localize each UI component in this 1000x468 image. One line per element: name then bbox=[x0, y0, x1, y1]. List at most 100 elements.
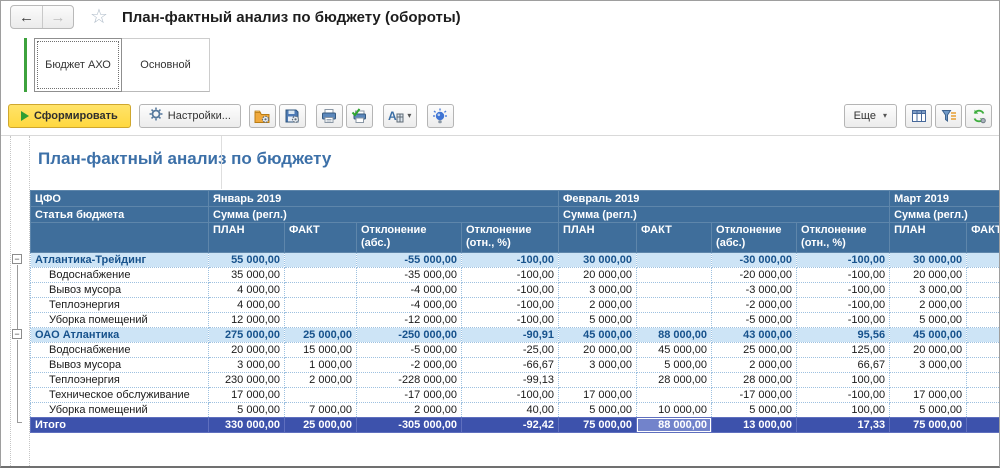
cell[interactable]: -100,00 bbox=[462, 388, 559, 403]
refresh-button[interactable] bbox=[965, 104, 992, 128]
cell[interactable]: -5 000,00 bbox=[712, 313, 797, 328]
cell[interactable]: -92,42 bbox=[462, 418, 559, 433]
cell[interactable]: 2 000,00 bbox=[357, 403, 462, 418]
cell[interactable]: -17 000,00 bbox=[712, 388, 797, 403]
row-label[interactable]: Водоснабжение bbox=[31, 268, 209, 283]
cell[interactable]: -99,13 bbox=[462, 373, 559, 388]
cell[interactable]: -17 000,00 bbox=[357, 388, 462, 403]
cell[interactable]: -3 000,00 bbox=[712, 283, 797, 298]
cell[interactable] bbox=[285, 388, 357, 403]
cell[interactable]: 25 000,00 bbox=[712, 343, 797, 358]
cell[interactable]: -20 000,00 bbox=[712, 268, 797, 283]
cell[interactable]: 75 000,00 bbox=[559, 418, 637, 433]
cell[interactable] bbox=[967, 403, 999, 418]
cell[interactable]: 28 000,00 bbox=[712, 373, 797, 388]
cell[interactable] bbox=[285, 313, 357, 328]
cell[interactable] bbox=[967, 268, 999, 283]
tab-0[interactable]: Бюджет АХО bbox=[34, 38, 122, 92]
cell[interactable]: 1 000,00 bbox=[285, 358, 357, 373]
cell[interactable]: 17 000,00 bbox=[559, 388, 637, 403]
cell[interactable] bbox=[285, 268, 357, 283]
cell[interactable]: -55 000,00 bbox=[357, 253, 462, 268]
row-label[interactable]: Теплоэнергия bbox=[31, 373, 209, 388]
print-check-button[interactable] bbox=[346, 104, 373, 128]
cell[interactable]: -305 000,00 bbox=[357, 418, 462, 433]
cell[interactable]: -100,00 bbox=[462, 298, 559, 313]
cell[interactable]: 5 000,00 bbox=[637, 358, 712, 373]
cell[interactable]: -100,00 bbox=[797, 388, 890, 403]
row-label[interactable]: Уборка помещений bbox=[31, 403, 209, 418]
cell[interactable]: 2 000,00 bbox=[285, 373, 357, 388]
cell[interactable]: 3 000,00 bbox=[559, 358, 637, 373]
favorite-star-icon[interactable]: ☆ bbox=[90, 7, 108, 27]
cell[interactable] bbox=[285, 298, 357, 313]
cell[interactable]: 5 000,00 bbox=[712, 403, 797, 418]
column-header[interactable] bbox=[31, 223, 209, 253]
cell[interactable] bbox=[559, 373, 637, 388]
cell[interactable]: -12 000,00 bbox=[357, 313, 462, 328]
cell[interactable] bbox=[967, 313, 999, 328]
cell[interactable]: 66,67 bbox=[797, 358, 890, 373]
cell[interactable]: 75 000,00 bbox=[890, 418, 967, 433]
column-header[interactable]: Статья бюджета bbox=[31, 207, 209, 223]
cell[interactable]: 95,56 bbox=[797, 328, 890, 343]
cell[interactable] bbox=[967, 358, 999, 373]
cell[interactable]: 25 000,00 bbox=[285, 418, 357, 433]
cell[interactable]: -100,00 bbox=[462, 283, 559, 298]
cell[interactable]: 5 000,00 bbox=[890, 403, 967, 418]
cell[interactable]: -5 000,00 bbox=[357, 343, 462, 358]
cell[interactable]: 5 000,00 bbox=[890, 313, 967, 328]
cell[interactable]: 35 000,00 bbox=[209, 268, 285, 283]
row-label[interactable]: Уборка помещений bbox=[31, 313, 209, 328]
cell[interactable]: -100,00 bbox=[462, 268, 559, 283]
cell[interactable]: 88 000,00 bbox=[637, 418, 712, 433]
column-header[interactable]: Сумма (регл.) bbox=[890, 207, 999, 223]
cell[interactable]: 3 000,00 bbox=[890, 358, 967, 373]
cell[interactable]: -4 000,00 bbox=[357, 298, 462, 313]
cell[interactable]: 45 000,00 bbox=[559, 328, 637, 343]
cell[interactable]: 17 000,00 bbox=[209, 388, 285, 403]
column-header[interactable]: Сумма (регл.) bbox=[209, 207, 559, 223]
column-header[interactable]: ПЛАН bbox=[209, 223, 285, 253]
cell[interactable]: -90,91 bbox=[462, 328, 559, 343]
cell[interactable]: 5 000,00 bbox=[559, 403, 637, 418]
cell[interactable]: -100,00 bbox=[462, 253, 559, 268]
settings-button[interactable]: Настройки... bbox=[139, 104, 241, 128]
cell[interactable]: 4 000,00 bbox=[209, 283, 285, 298]
cell[interactable]: 10 000,00 bbox=[637, 403, 712, 418]
column-header[interactable]: Январь 2019 bbox=[209, 191, 559, 207]
cell[interactable]: 20 000,00 bbox=[890, 343, 967, 358]
cell[interactable]: 55 000,00 bbox=[209, 253, 285, 268]
cell[interactable]: 30 000,00 bbox=[559, 253, 637, 268]
cell[interactable]: 3 000,00 bbox=[209, 358, 285, 373]
row-label[interactable]: Техническое обслуживание bbox=[31, 388, 209, 403]
cell[interactable]: 13 000,00 bbox=[712, 418, 797, 433]
cell[interactable] bbox=[285, 253, 357, 268]
column-header[interactable]: Отклонение (отн., %) bbox=[797, 223, 890, 253]
cell[interactable]: 30 000,00 bbox=[890, 253, 967, 268]
cell[interactable]: 15 000,00 bbox=[285, 343, 357, 358]
column-header[interactable]: Сумма (регл.) bbox=[559, 207, 890, 223]
cell[interactable]: 5 000,00 bbox=[209, 403, 285, 418]
cell[interactable]: -100,00 bbox=[797, 253, 890, 268]
cell[interactable]: 3 000,00 bbox=[890, 283, 967, 298]
cell[interactable]: 20 000,00 bbox=[890, 268, 967, 283]
cell[interactable]: 2 000,00 bbox=[559, 298, 637, 313]
cell[interactable]: -100,00 bbox=[797, 283, 890, 298]
cell[interactable]: -35 000,00 bbox=[357, 268, 462, 283]
cell[interactable]: 20 000,00 bbox=[209, 343, 285, 358]
cell[interactable]: 28 000,00 bbox=[637, 373, 712, 388]
cell[interactable] bbox=[890, 373, 967, 388]
cell[interactable]: 88 000,00 bbox=[637, 328, 712, 343]
row-label[interactable]: Вывоз мусора bbox=[31, 358, 209, 373]
cell[interactable]: -25,00 bbox=[462, 343, 559, 358]
tab-1[interactable]: Основной bbox=[122, 38, 210, 92]
cell[interactable]: 20 000,00 bbox=[559, 268, 637, 283]
back-button[interactable]: ← bbox=[11, 6, 42, 28]
cell[interactable]: 43 000,00 bbox=[712, 328, 797, 343]
cell[interactable] bbox=[967, 388, 999, 403]
collapse-group-button[interactable]: − bbox=[12, 329, 22, 339]
cell[interactable] bbox=[967, 253, 999, 268]
cell[interactable]: 125,00 bbox=[797, 343, 890, 358]
cell[interactable] bbox=[637, 313, 712, 328]
